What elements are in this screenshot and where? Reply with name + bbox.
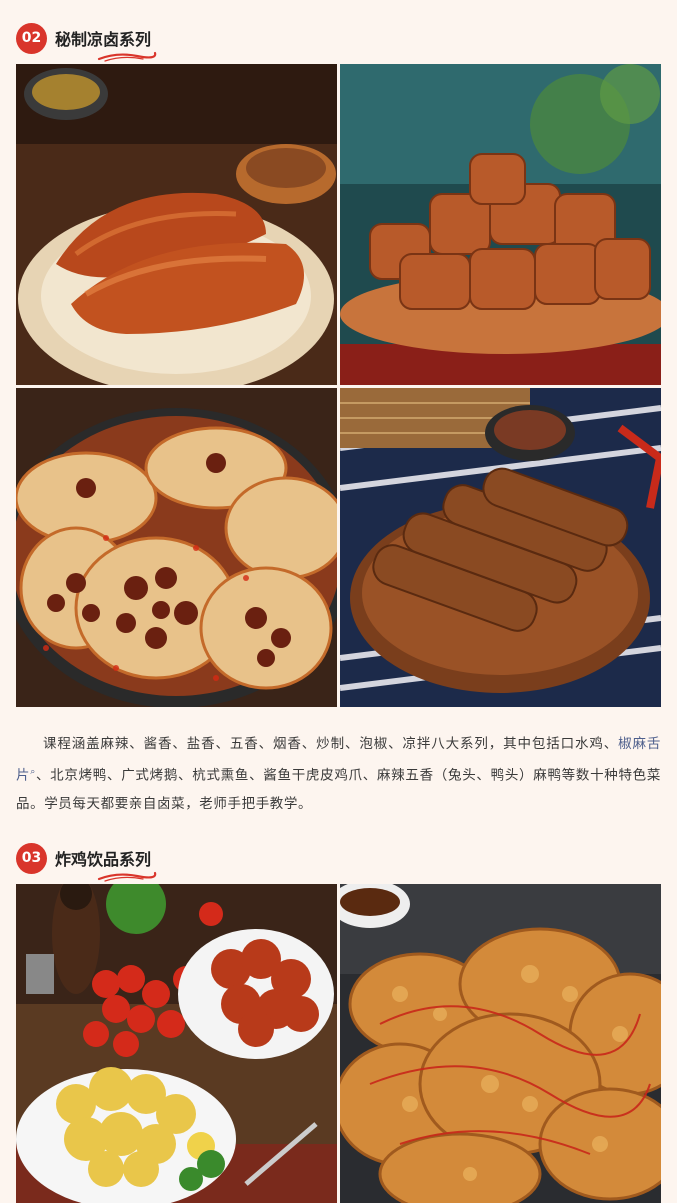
glazed-fried-chicken-platter-image — [16, 884, 337, 1203]
section-title-text: 炸鸡饮品系列 — [55, 850, 152, 869]
swoosh-decoration-icon — [97, 871, 157, 882]
section-title: 秘制凉卤系列 — [55, 26, 157, 62]
braised-tofu-rolls-image — [340, 64, 661, 385]
section-02-image-grid — [16, 64, 661, 707]
section-title: 炸鸡饮品系列 — [55, 846, 157, 882]
section-number-badge: 03 — [16, 842, 47, 874]
section-03-image-grid — [16, 884, 661, 1203]
course-description: 课程涵盖麻辣、酱香、盐香、五香、烟香、炒制、泡椒、凉拌八大系列，其中包括口水鸡、… — [16, 730, 661, 818]
description-text-2: 、北京烤鸭、广式烤鹅、杭式熏鱼、酱鱼干虎皮鸡爪、麻辣五香（兔头、鸭头）麻鸭等数十… — [16, 767, 661, 812]
description-text-1: 课程涵盖麻辣、酱香、盐香、五香、烟香、炒制、泡椒、凉拌八大系列，其中包括口水鸡、 — [43, 736, 619, 752]
braised-duck-necks-image — [340, 388, 661, 707]
section-title-text: 秘制凉卤系列 — [55, 30, 152, 49]
spicy-lotus-root-slices-image — [16, 388, 337, 707]
section-header-02: 02 秘制凉卤系列 — [16, 20, 157, 62]
crispy-fried-chicken-pile-image — [340, 884, 661, 1203]
braised-pig-trotters-image — [16, 64, 337, 385]
section-number-badge: 02 — [16, 22, 47, 54]
swoosh-decoration-icon — [97, 51, 157, 62]
section-header-03: 03 炸鸡饮品系列 — [16, 840, 157, 882]
